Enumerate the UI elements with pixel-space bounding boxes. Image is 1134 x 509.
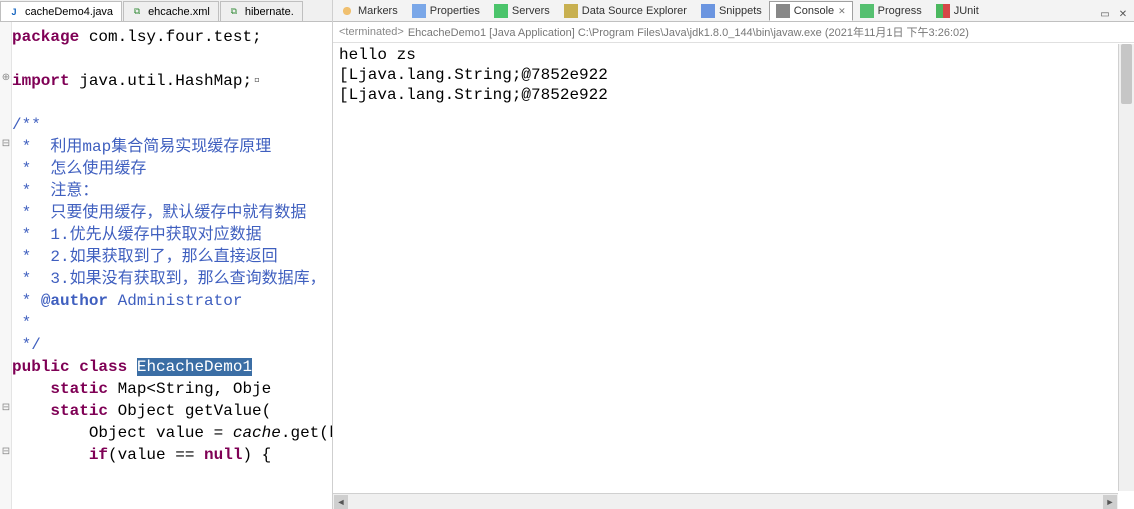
kw-static: static [50, 402, 108, 420]
editor-tab-hibernate[interactable]: ⧉ hibernate. [220, 1, 303, 21]
code-text: com.lsy.four.test; [79, 28, 261, 46]
javadoc-line: * 只要使用缓存，默认缓存中就有数据 [12, 204, 306, 222]
code-italic: cache [233, 424, 281, 442]
view-tab-label: Snippets [719, 5, 762, 17]
javadoc-author-tag: @author [41, 292, 108, 310]
javadoc-open: /** [12, 116, 41, 134]
kw-class: class [79, 358, 127, 376]
snippets-icon [701, 4, 715, 18]
tab-progress[interactable]: Progress [853, 1, 929, 21]
console-icon [776, 4, 790, 18]
code-text: Object value = [12, 424, 233, 442]
code-text: (value == [108, 446, 204, 464]
javadoc-line: * 利用map集合简易实现缓存原理 [12, 138, 271, 156]
view-tab-label: Markers [358, 5, 398, 17]
properties-icon [412, 4, 426, 18]
progress-icon [860, 4, 874, 18]
fold-minus-icon[interactable]: ⊟ [1, 446, 11, 457]
scroll-right-icon[interactable]: ► [1103, 495, 1117, 509]
close-icon[interactable]: ✕ [838, 6, 846, 17]
view-tab-label: Console [794, 5, 834, 17]
code-text: .get(key); [281, 424, 332, 442]
console-line: [Ljava.lang.String;@7852e922 [339, 86, 608, 104]
fold-minus-icon[interactable]: ⊟ [1, 402, 11, 413]
code-text [12, 446, 89, 464]
javadoc-author-pre: * [12, 292, 41, 310]
view-tab-label: Servers [512, 5, 550, 17]
tab-markers[interactable]: Markers [333, 1, 405, 21]
javadoc-line: * 怎么使用缓存 [12, 160, 146, 178]
terminated-label: <terminated> [339, 26, 404, 38]
data-source-icon [564, 4, 578, 18]
kw-public: public [12, 358, 70, 376]
tab-console[interactable]: Console ✕ [769, 1, 853, 21]
import-expander-icon[interactable]: ⊕ [1, 72, 11, 83]
junit-icon [936, 4, 950, 18]
views-pane: Markers Properties Servers Data Source E… [333, 0, 1134, 509]
console-line: [Ljava.lang.String;@7852e922 [339, 66, 608, 84]
xml-file-icon: ⧉ [130, 5, 144, 19]
tab-servers[interactable]: Servers [487, 1, 557, 21]
editor-tab-cacheDemo4[interactable]: J cacheDemo4.java [0, 1, 122, 21]
javadoc-close: */ [12, 336, 41, 354]
kw-static: static [50, 380, 108, 398]
console-output[interactable]: hello zs [Ljava.lang.String;@7852e922 [L… [333, 43, 1134, 509]
editor-body[interactable]: ⊕ ⊟ ⊟ ⊟ package com.lsy.four.test; impor… [0, 22, 332, 509]
scroll-left-icon[interactable]: ◄ [334, 495, 348, 509]
launch-path: EhcacheDemo1 [Java Application] C:\Progr… [408, 24, 969, 40]
tab-snippets[interactable]: Snippets [694, 1, 769, 21]
view-tab-label: Data Source Explorer [582, 5, 687, 17]
code-text: Map<String, Obje [108, 380, 271, 398]
javadoc-line: * 2.如果获取到了，那么直接返回 [12, 248, 278, 266]
horizontal-scrollbar[interactable]: ◄ ► [333, 493, 1118, 509]
console-line: hello zs [339, 46, 416, 64]
fold-minus-icon[interactable]: ⊟ [1, 138, 11, 149]
code-text: Object getValue( [108, 402, 271, 420]
kw-package: package [12, 28, 79, 46]
javadoc-line: * 1.优先从缓存中获取对应数据 [12, 226, 262, 244]
tab-properties[interactable]: Properties [405, 1, 487, 21]
vertical-scrollbar[interactable] [1118, 44, 1134, 491]
vertical-scrollbar-thumb[interactable] [1121, 44, 1132, 104]
minimize-icon[interactable]: ▭ [1098, 7, 1112, 21]
console-launch-info: <terminated> EhcacheDemo1 [Java Applicat… [333, 22, 1134, 43]
maximize-icon[interactable]: ✕ [1116, 7, 1130, 21]
javadoc-line: * 3.如果没有获取到，那么查询数据库， [12, 270, 326, 288]
xml-file-icon: ⧉ [227, 5, 241, 19]
kw-null: null [204, 446, 242, 464]
view-tab-label: Progress [878, 5, 922, 17]
code-text: java.util.HashMap; [70, 72, 252, 90]
collapsed-imports-icon: ▫ [252, 72, 262, 90]
view-tab-controls: ▭ ✕ [1098, 7, 1134, 21]
view-tab-label: Properties [430, 5, 480, 17]
tab-junit[interactable]: JUnit [929, 1, 986, 21]
ide-root: J cacheDemo4.java ⧉ ehcache.xml ⧉ hibern… [0, 0, 1134, 509]
editor-tab-label: hibernate. [245, 6, 294, 18]
javadoc-line: * [12, 314, 31, 332]
javadoc-author-name: Administrator [108, 292, 242, 310]
servers-icon [494, 4, 508, 18]
view-tabbar: Markers Properties Servers Data Source E… [333, 0, 1134, 22]
view-tab-label: JUnit [954, 5, 979, 17]
editor-tab-label: cacheDemo4.java [25, 6, 113, 18]
kw-import: import [12, 72, 70, 90]
selected-class-name: EhcacheDemo1 [137, 358, 252, 376]
editor-tabbar: J cacheDemo4.java ⧉ ehcache.xml ⧉ hibern… [0, 0, 332, 22]
kw-if: if [89, 446, 108, 464]
tab-data-source-explorer[interactable]: Data Source Explorer [557, 1, 694, 21]
code-text: ) { [242, 446, 271, 464]
editor-tab-label: ehcache.xml [148, 6, 210, 18]
editor-pane: J cacheDemo4.java ⧉ ehcache.xml ⧉ hibern… [0, 0, 333, 509]
code-area[interactable]: package com.lsy.four.test; import java.u… [12, 26, 332, 466]
markers-icon [340, 4, 354, 18]
editor-gutter: ⊕ ⊟ ⊟ ⊟ [0, 22, 12, 509]
editor-tab-ehcache[interactable]: ⧉ ehcache.xml [123, 1, 219, 21]
java-file-icon: J [7, 5, 21, 19]
javadoc-line: * 注意： [12, 182, 98, 200]
